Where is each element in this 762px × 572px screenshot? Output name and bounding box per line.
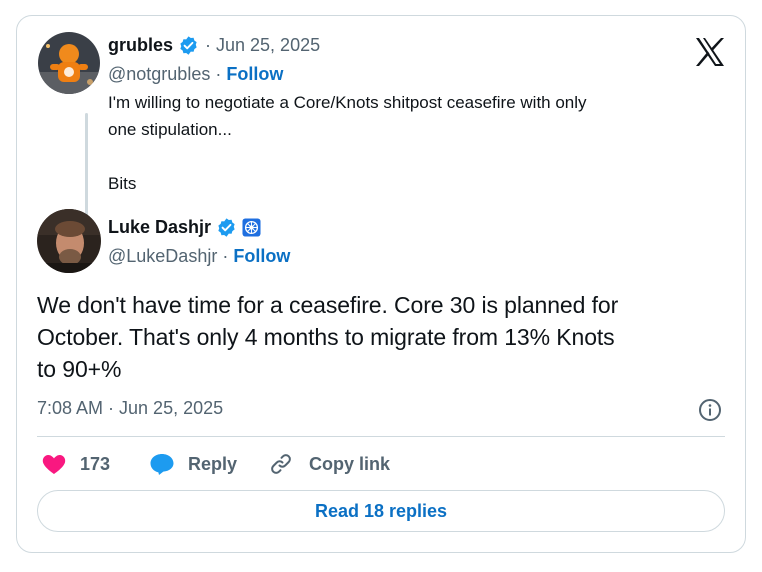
quoted-handle[interactable]: @notgrubles [108, 64, 210, 85]
quoted-handle-row: @notgrubles · Follow [108, 62, 283, 86]
quoted-text-line: I'm willing to negotiate a Core/Knots sh… [108, 93, 587, 112]
thread-connector-line [85, 113, 88, 216]
tweet-timestamp[interactable]: 7:08 AM · Jun 25, 2025 [37, 398, 223, 419]
quoted-header: grubles · Jun 25, 2025 [108, 33, 320, 57]
separator-dot: · [222, 245, 229, 266]
main-handle[interactable]: @LukeDashjr [108, 246, 217, 267]
quoted-text-line: one stipulation... [108, 120, 232, 139]
main-text-line: October. That's only 4 months to migrate… [37, 324, 615, 350]
grubles-avatar[interactable] [38, 32, 100, 94]
main-text-line: We don't have time for a ceasefire. Core… [37, 292, 619, 318]
verified-badge-icon [216, 217, 237, 238]
copy-link-label: Copy link [309, 453, 391, 474]
verified-badge-icon [178, 35, 199, 56]
quoted-follow-button[interactable]: Follow [226, 64, 283, 85]
main-text-line: to 90+% [37, 356, 122, 382]
like-action[interactable]: 173 [42, 451, 110, 477]
link-icon[interactable] [269, 452, 293, 476]
quoted-date[interactable]: Jun 25, 2025 [216, 35, 320, 56]
quoted-text-line: Bits [108, 174, 137, 193]
info-icon[interactable] [698, 398, 722, 422]
main-header: Luke Dashjr [108, 214, 261, 240]
reply-action[interactable]: Reply [149, 451, 237, 477]
heart-icon[interactable] [42, 453, 66, 475]
lukedashjr-avatar[interactable] [37, 209, 101, 273]
main-follow-button[interactable]: Follow [233, 246, 290, 267]
copy-link-action[interactable]: Copy link [269, 451, 390, 477]
separator-dot: · [205, 34, 212, 55]
x-logo-icon[interactable] [694, 37, 726, 67]
like-count: 173 [80, 453, 111, 474]
tweet-embed-card: grubles · Jun 25, 2025 @notgrubles · Fol… [16, 15, 746, 553]
reply-label: Reply [188, 453, 238, 474]
main-author-name[interactable]: Luke Dashjr [108, 217, 211, 238]
read-replies-button[interactable]: Read 18 replies [37, 490, 725, 532]
affiliate-badge-icon[interactable] [242, 217, 261, 237]
quoted-text: I'm willing to negotiate a Core/Knots sh… [108, 89, 587, 197]
main-handle-row: @LukeDashjr · Follow [108, 244, 290, 268]
separator-dot: · [215, 63, 222, 84]
divider [37, 436, 725, 437]
main-tweet-text: We don't have time for a ceasefire. Core… [37, 289, 618, 385]
read-replies-label: Read 18 replies [314, 500, 448, 521]
reply-bubble-icon[interactable] [149, 452, 175, 476]
quoted-author-name[interactable]: grubles [108, 35, 173, 56]
